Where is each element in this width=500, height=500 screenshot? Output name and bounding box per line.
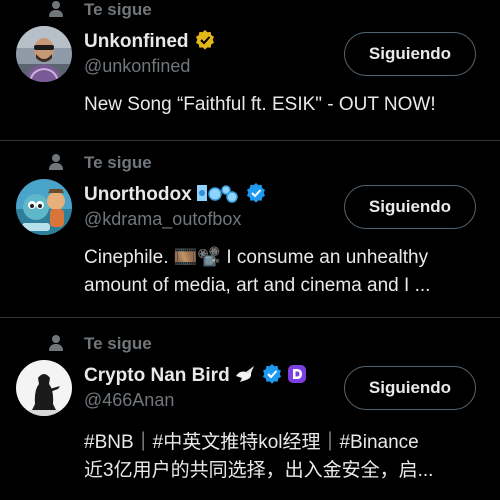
display-name[interactable]: Unorthodox bbox=[84, 184, 192, 206]
display-name-row[interactable]: Unorthodox bbox=[84, 182, 266, 208]
person-icon bbox=[48, 154, 64, 171]
bio-line: Cinephile. 🎞️📽️ I consume an unhealthy bbox=[84, 247, 429, 268]
display-name[interactable]: Unkonfined bbox=[84, 31, 189, 53]
display-name-row[interactable]: Unkonfined bbox=[84, 29, 215, 55]
bio-line: 近3亿用户的共同选择，出入金安全，启... bbox=[84, 460, 434, 481]
display-name-row[interactable]: Crypto Nan Bird bbox=[84, 363, 306, 389]
person-icon bbox=[48, 335, 64, 352]
dove-emoji-icon bbox=[234, 364, 256, 389]
handle[interactable]: @kdrama_outofbox bbox=[84, 209, 241, 230]
user-cell-unorthodox[interactable]: Te sigue Unorthodox @kdrama_outofbox Sig… bbox=[0, 141, 500, 317]
handle[interactable]: @466Anan bbox=[84, 390, 174, 411]
bio: New Song “Faithful ft. ESIK" - OUT NOW! bbox=[84, 91, 484, 119]
gold-checkmark-icon bbox=[195, 29, 215, 55]
following-button[interactable]: Siguiendo bbox=[344, 366, 476, 410]
following-button[interactable]: Siguiendo bbox=[344, 32, 476, 76]
bio: #BNB｜#中英文推特kol经理｜#Binance 近3亿用户的共同选择，出入金… bbox=[84, 429, 484, 485]
avatar[interactable] bbox=[16, 26, 72, 82]
following-button[interactable]: Siguiendo bbox=[344, 185, 476, 229]
bio-line: amount of media, art and cinema and I ..… bbox=[84, 275, 431, 296]
blue-checkmark-icon bbox=[262, 363, 282, 389]
avatar[interactable] bbox=[16, 179, 72, 235]
bubbles-emoji-icon bbox=[196, 183, 240, 208]
user-cell-unkonfined[interactable]: Te sigue Unkonfined @unkonfined Siguiend… bbox=[0, 0, 500, 148]
d-badge-icon bbox=[287, 364, 306, 388]
avatar[interactable] bbox=[16, 360, 72, 416]
follows-you-label: Te sigue bbox=[84, 0, 152, 19]
bio-line: #BNB｜#中英文推特kol经理｜#Binance bbox=[84, 432, 419, 453]
follows-you-label: Te sigue bbox=[84, 334, 152, 353]
bio-line: New Song “Faithful ft. ESIK" - OUT NOW! bbox=[84, 94, 436, 115]
bio: Cinephile. 🎞️📽️ I consume an unhealthy a… bbox=[84, 244, 484, 300]
person-icon bbox=[48, 1, 64, 18]
handle[interactable]: @unkonfined bbox=[84, 56, 190, 77]
blue-checkmark-icon bbox=[246, 182, 266, 208]
follows-you-label: Te sigue bbox=[84, 153, 152, 172]
display-name[interactable]: Crypto Nan Bird bbox=[84, 365, 230, 387]
user-cell-crypto-nan-bird[interactable]: Te sigue Crypto Nan Bird @466Anan Siguie… bbox=[0, 318, 500, 500]
